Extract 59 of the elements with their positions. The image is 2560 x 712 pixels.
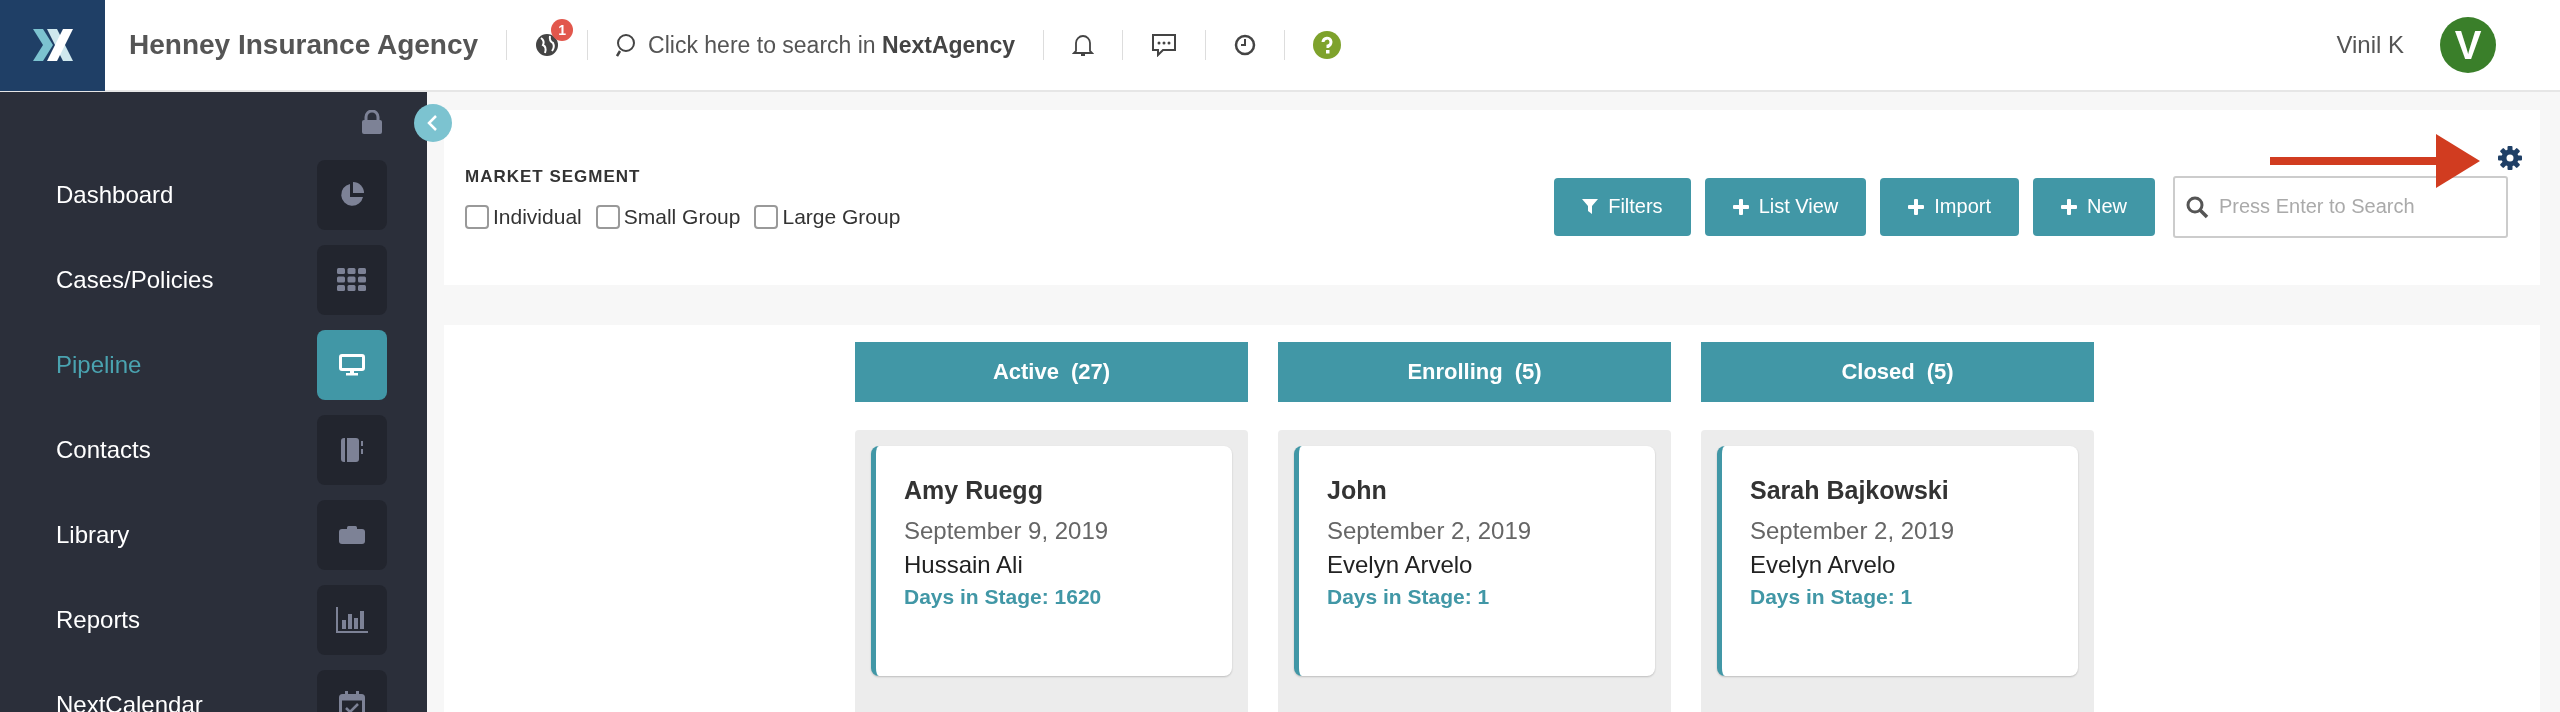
sidebar-item[interactable]: Cases/Policies <box>0 237 427 322</box>
sidebar-item[interactable]: Reports <box>0 577 427 662</box>
chat-icon[interactable] <box>1150 33 1177 57</box>
stage-name: Enrolling <box>1407 359 1503 385</box>
segment-checkbox[interactable]: Individual <box>465 204 582 229</box>
agent-name: Hussain Ali <box>904 551 1024 579</box>
contact-name: John <box>1327 476 1388 505</box>
clock-icon[interactable] <box>1233 34 1256 56</box>
user-avatar[interactable]: V <box>2440 17 2496 73</box>
calendar-check-icon <box>339 690 365 712</box>
monitor-icon <box>339 353 365 376</box>
user-name[interactable]: Vinil K <box>2336 31 2404 59</box>
plus-icon <box>1732 198 1749 215</box>
deal-date: September 2, 2019 <box>1750 517 1956 545</box>
globe-icon[interactable] <box>535 33 560 57</box>
stage-name: Closed <box>1841 359 1915 385</box>
collapse-sidebar-button[interactable] <box>414 104 452 142</box>
grid-icon <box>337 267 367 292</box>
settings-icon[interactable] <box>2498 146 2522 170</box>
segment-checkbox[interactable]: Large Group <box>754 204 901 229</box>
chevron-left-icon <box>426 114 440 132</box>
help-icon[interactable] <box>1312 31 1341 59</box>
deal-card[interactable]: Amy Ruegg September 9, 2019 Hussain Ali Days in Stage: 1620 <box>871 446 1232 676</box>
segment-checkbox[interactable]: Small Group <box>595 204 741 229</box>
deal-date: September 2, 2019 <box>1327 517 1533 545</box>
plus-icon <box>2061 198 2077 215</box>
briefcase-icon <box>339 525 365 544</box>
filter-icon <box>1582 198 1599 215</box>
deal-date: September 9, 2019 <box>904 517 1110 545</box>
plus-icon <box>1908 198 1925 215</box>
days-in-stage: Days in Stage: 1 <box>1327 585 1491 609</box>
stage-name: Active <box>992 359 1059 385</box>
sidebar-item[interactable]: Library <box>0 492 427 577</box>
search-icon <box>2185 194 2209 219</box>
sidebar-item[interactable]: Pipeline <box>0 322 427 407</box>
section-title: MARKET SEGMENT <box>465 166 642 187</box>
pie-chart-icon <box>338 180 366 209</box>
days-in-stage: Days in Stage: 1620 <box>904 585 1103 609</box>
sidebar-item[interactable]: Contacts <box>0 407 427 492</box>
lock-icon[interactable] <box>362 110 382 134</box>
days-in-stage: Days in Stage: 1 <box>1750 585 1914 609</box>
stage-count: (5) <box>1514 359 1542 385</box>
deal-card[interactable]: John September 2, 2019 Evelyn Arvelo Days in Stage: 1 <box>1294 446 1655 676</box>
address-book-icon <box>341 437 363 462</box>
stage-count: (27) <box>1070 359 1111 385</box>
notification-badge: 1 <box>551 19 574 41</box>
bar-chart-icon <box>336 606 368 633</box>
contact-name: Amy Ruegg <box>904 476 1044 505</box>
app-logo[interactable] <box>0 0 105 91</box>
search-field[interactable]: Press Enter to Search <box>2173 175 2508 238</box>
stage-count: (5) <box>1926 359 1954 385</box>
agent-name: Evelyn Arvelo <box>1327 551 1474 579</box>
deal-card[interactable]: Sarah Bajkowski September 2, 2019 Evelyn Arvelo Days in Stage: 1 <box>1717 446 2078 676</box>
contact-name: Sarah Bajkowski <box>1750 476 1950 505</box>
bell-icon[interactable] <box>1071 33 1094 57</box>
sidebar-item[interactable]: NextCalendar <box>0 662 427 712</box>
agent-name: Evelyn Arvelo <box>1750 551 1897 579</box>
agency-name: Henney Insurance Agency <box>129 29 479 61</box>
sidebar-item[interactable]: Dashboard <box>0 152 427 237</box>
